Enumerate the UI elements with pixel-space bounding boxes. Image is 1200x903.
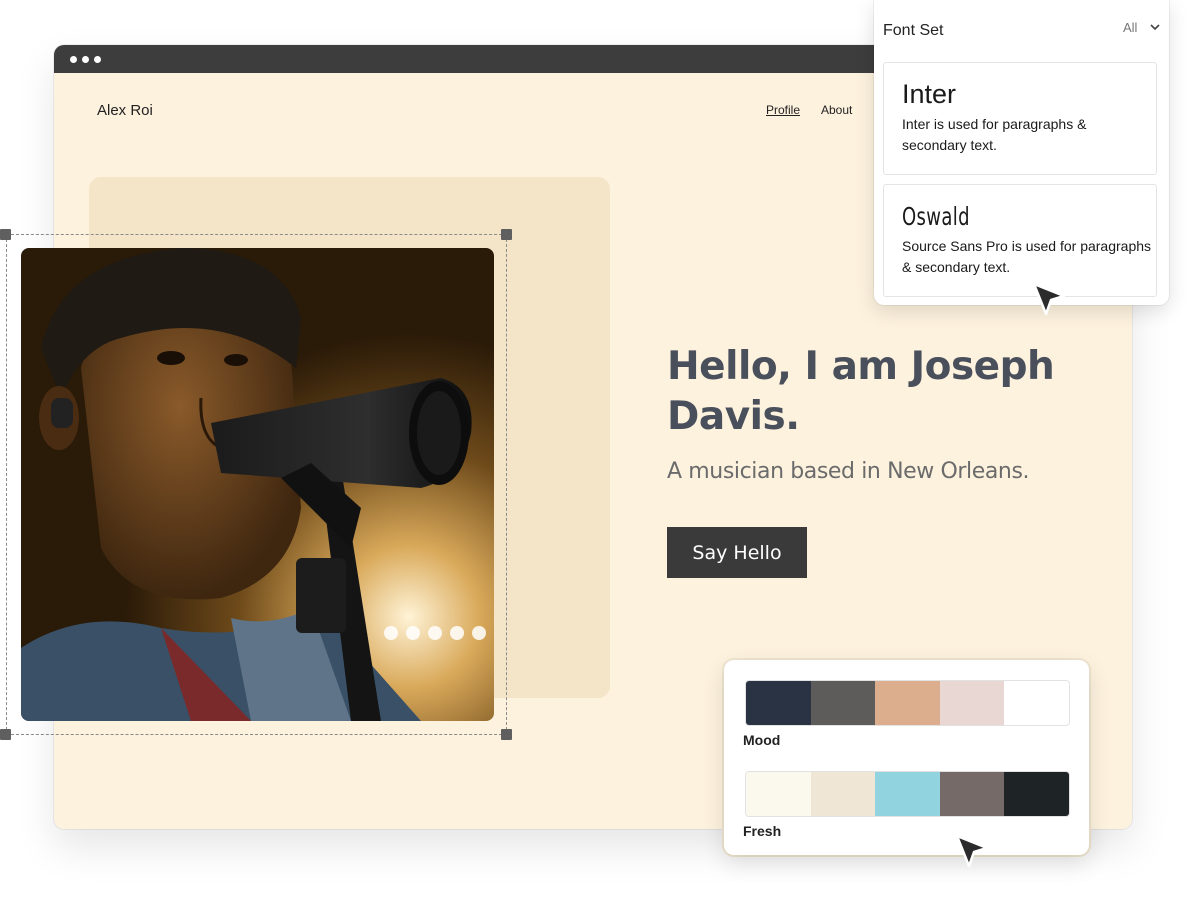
resize-handle-bottom-right[interactable] bbox=[501, 729, 512, 740]
color-swatch[interactable] bbox=[810, 772, 876, 816]
color-swatch[interactable] bbox=[875, 681, 940, 725]
site-name[interactable]: Alex Roi bbox=[97, 102, 153, 119]
resize-handle-top-right[interactable] bbox=[501, 229, 512, 240]
font-name: Oswald bbox=[902, 202, 970, 231]
resize-handle-top-left[interactable] bbox=[0, 229, 11, 240]
font-option-oswald[interactable]: Oswald Source Sans Pro is used for parag… bbox=[883, 184, 1157, 297]
color-swatch[interactable] bbox=[746, 772, 811, 816]
palette-label-mood: Mood bbox=[743, 732, 781, 748]
resize-handle-bottom-left[interactable] bbox=[0, 729, 11, 740]
pointer-cursor-icon bbox=[1032, 282, 1066, 316]
font-description: Source Sans Pro is used for paragraphs &… bbox=[902, 238, 1152, 275]
hero-subtitle: A musician based in New Orleans. bbox=[667, 459, 1030, 484]
pointer-cursor-icon bbox=[955, 834, 989, 868]
palette-label-fresh: Fresh bbox=[743, 823, 782, 839]
musician-photo[interactable] bbox=[21, 248, 494, 721]
palette-mood-swatches[interactable] bbox=[745, 680, 1070, 726]
font-description: Inter is used for paragraphs & secondary… bbox=[902, 116, 1087, 153]
color-swatch[interactable] bbox=[939, 772, 1005, 816]
color-swatch[interactable] bbox=[1004, 681, 1069, 725]
hero-title: Hello, I am Joseph Davis. bbox=[667, 344, 1055, 439]
font-option-inter[interactable]: Inter Inter is used for paragraphs & sec… bbox=[883, 62, 1157, 175]
font-set-title: Font Set bbox=[883, 22, 944, 39]
color-swatch[interactable] bbox=[810, 681, 876, 725]
color-swatch[interactable] bbox=[939, 681, 1005, 725]
color-swatch[interactable] bbox=[875, 772, 940, 816]
color-swatch[interactable] bbox=[746, 681, 811, 725]
say-hello-button[interactable]: Say Hello bbox=[667, 527, 807, 578]
nav-link-profile[interactable]: Profile bbox=[766, 103, 800, 117]
chevron-down-icon[interactable] bbox=[1150, 20, 1160, 34]
color-swatch[interactable] bbox=[1004, 772, 1069, 816]
font-set-panel: Font Set All Inter Inter is used for par… bbox=[874, 0, 1169, 305]
font-filter-select[interactable]: All bbox=[1123, 20, 1137, 35]
color-palette-panel: Mood Fresh bbox=[724, 660, 1089, 855]
nav-link-about[interactable]: About bbox=[821, 103, 852, 117]
font-name: Inter bbox=[902, 79, 957, 109]
palette-fresh-swatches[interactable] bbox=[745, 771, 1070, 817]
